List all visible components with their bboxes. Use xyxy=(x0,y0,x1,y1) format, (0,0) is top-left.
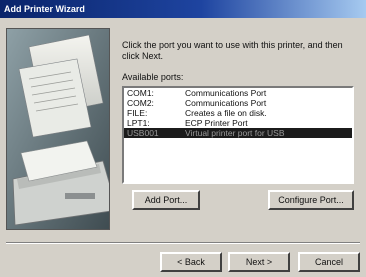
port-name: COM1: xyxy=(127,88,154,98)
cancel-button[interactable]: Cancel xyxy=(298,252,360,272)
wizard-illustration xyxy=(6,28,110,230)
next-button[interactable]: Next > xyxy=(228,252,290,272)
port-description: Creates a file on disk. xyxy=(185,108,267,118)
back-button[interactable]: < Back xyxy=(160,252,222,272)
instruction-text: Click the port you want to use with this… xyxy=(122,40,343,61)
port-row[interactable]: COM2: Communications Port xyxy=(124,98,352,108)
port-row[interactable]: LPT1: ECP Printer Port xyxy=(124,118,352,128)
port-description: ECP Printer Port xyxy=(185,118,248,128)
port-name: FILE: xyxy=(127,108,148,118)
port-description: Communications Port xyxy=(185,88,267,98)
add-printer-wizard-window: Add Printer Wizard Click the port you wa… xyxy=(0,0,366,277)
title-bar[interactable]: Add Printer Wizard xyxy=(0,0,366,18)
port-name: COM2: xyxy=(127,98,154,108)
port-row[interactable]: USB001 Virtual printer port for USB xyxy=(124,128,352,138)
configure-port-button[interactable]: Configure Port... xyxy=(268,190,354,210)
port-description: Virtual printer port for USB xyxy=(185,128,285,138)
port-row[interactable]: FILE: Creates a file on disk. xyxy=(124,108,352,118)
printer-illustration-icon xyxy=(7,29,109,229)
port-name: LPT1: xyxy=(127,118,150,128)
port-name: USB001 xyxy=(127,128,159,138)
port-row[interactable]: COM1: Communications Port xyxy=(124,88,352,98)
add-port-button[interactable]: Add Port... xyxy=(132,190,200,210)
port-description: Communications Port xyxy=(185,98,267,108)
button-divider xyxy=(6,242,360,244)
window-title: Add Printer Wizard xyxy=(4,4,85,14)
available-ports-label: Available ports: xyxy=(122,72,184,82)
available-ports-list[interactable]: COM1: Communications Port COM2: Communicati… xyxy=(122,86,354,184)
